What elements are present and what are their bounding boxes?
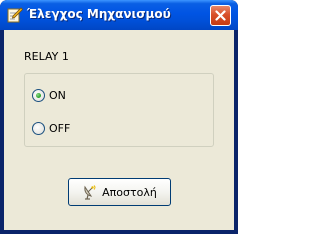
close-button[interactable] [210,5,231,26]
relay-label: RELAY 1 [24,50,69,63]
title-bar[interactable]: Έλεγχος Μηχανισμού [0,0,238,30]
dialog-window: Έλεγχος Μηχανισμού RELAY 1 ON OFF Αποστο… [0,0,238,234]
radio-on-label[interactable]: ON [49,89,66,102]
radio-off-label[interactable]: OFF [49,122,70,135]
edit-checklist-icon [7,7,23,23]
radio-on-button[interactable] [32,88,45,102]
send-button-label: Αποστολή [102,185,157,199]
dialog-client-area: RELAY 1 ON OFF Αποστολή [4,30,234,230]
send-button[interactable]: Αποστολή [68,178,171,206]
radio-off[interactable]: OFF [32,121,70,135]
radio-on[interactable]: ON [32,88,66,102]
satellite-dish-icon [84,185,96,200]
close-icon [215,10,226,21]
window-title: Έλεγχος Μηχανισμού [27,7,171,21]
relay-options-group: ON OFF [24,73,214,147]
radio-off-button[interactable] [32,121,45,135]
radio-selected-dot [36,92,41,98]
